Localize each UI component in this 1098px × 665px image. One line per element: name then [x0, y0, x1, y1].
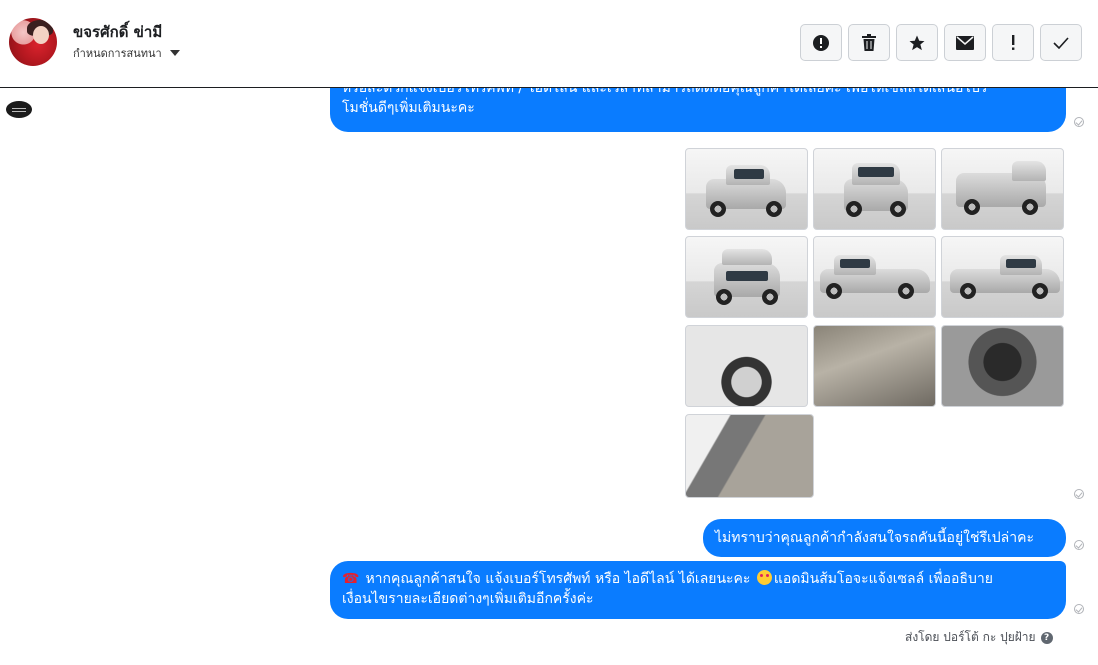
envelope-icon: [956, 35, 974, 50]
avatar-face: [33, 26, 49, 44]
conversation-header: ขจรศักดิ์ ข่ามี กำหนดการสนทนา: [0, 0, 1098, 88]
sent-check-icon: [1074, 489, 1084, 499]
photo-thumbnail[interactable]: [813, 236, 936, 318]
photo-thumbnail[interactable]: [941, 236, 1064, 318]
photo-thumbnail[interactable]: [941, 148, 1064, 230]
page-logo-icon: [6, 101, 32, 118]
sent-check-icon: [1074, 604, 1084, 614]
trash-icon: [862, 33, 876, 51]
heart-eyes-emoji-icon: [756, 570, 772, 585]
message-text-line: โมชั่นดีๆเพิ่มเติมนะคะ: [342, 100, 475, 116]
message-text-line: หรือสะดวกแจ้งเบอร์โทรศัพท์ / ไอดีไลน์ แล…: [342, 88, 988, 96]
star-icon: [909, 35, 925, 50]
mark-unread-button[interactable]: [944, 24, 986, 61]
photo-thumbnail[interactable]: [941, 325, 1064, 407]
user-name[interactable]: ขจรศักดิ์ ข่ามี: [73, 20, 162, 44]
message-text: ไม่ทราบว่าคุณลูกค้ากำลังสนใจรถคันนี้อยู่…: [715, 530, 1034, 546]
photo-thumbnail[interactable]: [685, 148, 808, 230]
message-text-part: หากคุณลูกค้าสนใจ แจ้งเบอร์โทรศัพท์ หรือ …: [365, 571, 751, 587]
message-thread[interactable]: หรือสะดวกแจ้งเบอร์โทรศัพท์ / ไอดีไลน์ แล…: [0, 88, 1098, 665]
photo-thumbnail[interactable]: [685, 325, 808, 407]
sent-by-label: ส่งโดย ปอร์โต้ กะ ปุยฝ้าย ?: [905, 628, 1053, 647]
photo-thumbnail[interactable]: [685, 414, 814, 498]
alert-circle-icon: [813, 34, 829, 51]
sent-check-icon: [1074, 117, 1084, 127]
photo-thumbnail[interactable]: [813, 325, 936, 407]
user-avatar[interactable]: [9, 18, 57, 66]
assign-label: กำหนดการสนทนา: [73, 47, 162, 60]
caret-down-icon: [169, 50, 180, 56]
message-bubble[interactable]: ไม่ทราบว่าคุณลูกค้ากำลังสนใจรถคันนี้อยู่…: [703, 519, 1066, 557]
assign-conversation-dropdown[interactable]: กำหนดการสนทนา: [73, 44, 180, 62]
sent-by-text: ส่งโดย ปอร์โต้ กะ ปุยฝ้าย: [905, 630, 1036, 644]
mark-done-button[interactable]: [1040, 24, 1082, 61]
sent-check-icon: [1074, 540, 1084, 550]
message-bubble[interactable]: ☎ หากคุณลูกค้าสนใจ แจ้งเบอร์โทรศัพท์ หรือ…: [330, 561, 1066, 619]
message-text-line: เงื่อนไขรายละเอียดต่างๆเพิ่มเติมอีกครั้ง…: [342, 591, 594, 607]
message-bubble[interactable]: หรือสะดวกแจ้งเบอร์โทรศัพท์ / ไอดีไลน์ แล…: [330, 88, 1066, 132]
header-actions: [800, 24, 1082, 61]
exclamation-icon: [1012, 34, 1015, 50]
help-icon[interactable]: ?: [1040, 631, 1053, 644]
delete-button[interactable]: [848, 24, 890, 61]
check-icon: [1053, 36, 1069, 49]
message-text-part: แอดมินส้มโอจะแจ้งเซลล์ เพื่ออธิบาย: [773, 571, 993, 587]
photo-thumbnail[interactable]: [685, 236, 808, 318]
follow-up-button[interactable]: [992, 24, 1034, 61]
star-button[interactable]: [896, 24, 938, 61]
message-text-line: ☎ หากคุณลูกค้าสนใจ แจ้งเบอร์โทรศัพท์ หรือ…: [342, 569, 1054, 589]
mark-spam-button[interactable]: [800, 24, 842, 61]
photo-thumbnail[interactable]: [813, 148, 936, 230]
telephone-icon: ☎: [342, 571, 360, 587]
